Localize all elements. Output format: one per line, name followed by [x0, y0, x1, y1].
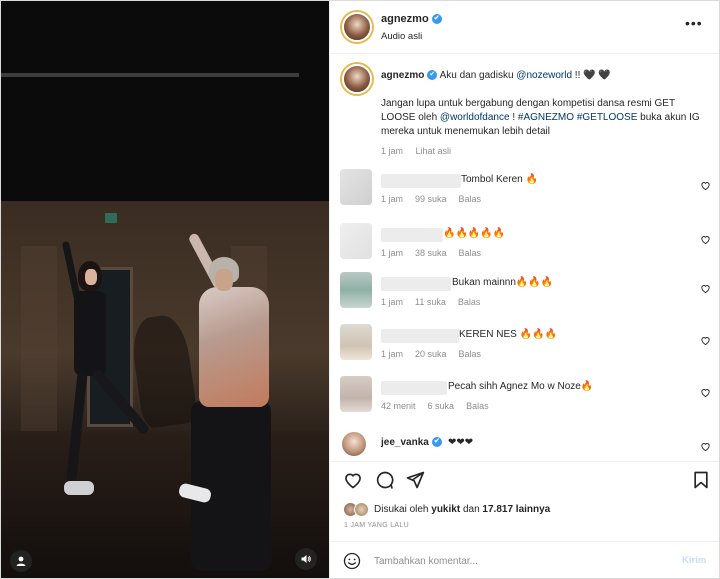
comment-meta: 42 menit 6 suka Balas	[381, 401, 489, 411]
more-horizontal-icon[interactable]: •••	[685, 15, 703, 31]
comment-item: Tombol Keren 🔥 1 jam 99 suka Balas	[330, 169, 719, 221]
audio-icon[interactable]	[295, 548, 317, 570]
caption-username[interactable]: agnezmo	[381, 70, 424, 81]
mention-link[interactable]: @nozeworld	[516, 70, 572, 81]
comment-like-icon[interactable]	[700, 441, 711, 452]
blurred-avatar[interactable]	[340, 169, 372, 205]
comment-input[interactable]	[374, 553, 674, 569]
comment-like-icon[interactable]	[700, 335, 711, 346]
reply-button[interactable]: Balas	[458, 297, 481, 307]
comment-item: KEREN NES 🔥🔥🔥 1 jam 20 suka Balas	[330, 324, 719, 376]
post-actions	[330, 461, 719, 497]
comment-text: 🔥🔥🔥🔥🔥	[443, 228, 506, 239]
bookmark-icon[interactable]	[691, 470, 711, 490]
wall-panel	[21, 246, 57, 446]
see-original-link[interactable]: Lihat asli	[416, 146, 452, 156]
reply-button[interactable]: Balas	[459, 349, 482, 359]
caption-first-line: agnezmo ✔ Aku dan gadisku @nozeworld !! 🖤…	[381, 70, 611, 81]
post-video[interactable]	[1, 1, 329, 578]
comment-meta: 1 jam 20 suka Balas	[381, 349, 482, 359]
comment-like-icon[interactable]	[700, 234, 711, 245]
ceiling-light	[1, 73, 299, 77]
comment-like-icon[interactable]	[700, 283, 711, 294]
author-avatar[interactable]	[342, 12, 372, 42]
comment-like-icon[interactable]	[700, 180, 711, 191]
commenter-avatar[interactable]	[342, 432, 366, 456]
verified-badge-icon: ✔	[431, 14, 442, 25]
mention-link[interactable]: @worldofdance	[440, 112, 510, 123]
caption-time[interactable]: 1 jam	[381, 146, 403, 156]
caption-meta: 1 jam Lihat asli	[381, 146, 461, 156]
send-comment-button[interactable]: Kirim	[682, 555, 706, 566]
blurred-username[interactable]	[381, 228, 443, 242]
verified-badge-icon: ✔	[431, 437, 442, 448]
reply-button[interactable]: Balas	[459, 248, 482, 258]
emoji-icon[interactable]	[343, 552, 361, 570]
comment-item: Bukan mainnn🔥🔥🔥 1 jam 11 suka Balas	[330, 272, 719, 324]
comment-icon[interactable]	[374, 470, 394, 490]
blurred-username[interactable]	[381, 329, 459, 343]
exit-sign	[105, 213, 117, 223]
author-username[interactable]: agnezmo ✔	[381, 13, 442, 25]
studio-floor	[1, 431, 329, 578]
blurred-username[interactable]	[381, 381, 447, 395]
comment-text: Tombol Keren 🔥	[461, 174, 538, 185]
comment-text: Pecah sihh Agnez Mo w Noze🔥	[448, 381, 594, 392]
post-timestamp[interactable]: 1 jam yang lalu	[344, 522, 409, 529]
comment-item: Pecah sihh Agnez Mo w Noze🔥 42 menit 6 su…	[330, 376, 719, 428]
hashtag-link[interactable]: #GETLOOSE	[577, 112, 638, 123]
audio-link[interactable]: Audio asli	[381, 31, 422, 42]
liker-avatar[interactable]	[354, 502, 369, 517]
comment-text: Bukan mainnn🔥🔥🔥	[452, 277, 554, 288]
likes-text: Disukai oleh yukikt dan 17.817 lainnya	[374, 504, 551, 515]
comment-text: ❤❤❤	[448, 437, 474, 448]
verified-badge-icon: ✔	[427, 70, 438, 81]
blurred-avatar[interactable]	[340, 223, 372, 259]
hashtag-link[interactable]: #AGNEZMO	[518, 112, 574, 123]
blurred-avatar[interactable]	[340, 324, 372, 360]
reply-button[interactable]: Balas	[466, 401, 489, 411]
tagged-user-icon[interactable]	[10, 550, 32, 572]
blurred-avatar[interactable]	[340, 272, 372, 308]
post-header: agnezmo ✔ Audio asli •••	[330, 1, 719, 54]
blurred-avatar[interactable]	[340, 376, 372, 412]
blurred-username[interactable]	[381, 277, 451, 291]
comment-composer: Kirim	[330, 541, 719, 578]
commenter-username[interactable]: jee_vanka ✔	[381, 437, 442, 448]
comment-item: 🔥🔥🔥🔥🔥 1 jam 38 suka Balas	[330, 223, 719, 275]
comment-meta: 1 jam 11 suka Balas	[381, 297, 481, 307]
blurred-username[interactable]	[381, 174, 461, 188]
comment-meta: 1 jam 99 suka Balas	[381, 194, 482, 204]
likes-summary: Disukai oleh yukikt dan 17.817 lainnya	[330, 499, 719, 521]
post-details-panel: agnezmo ✔ Audio asli ••• agnezmo ✔ Aku dan…	[329, 1, 719, 578]
comment-meta: 1 jam 38 suka Balas	[381, 248, 482, 258]
send-icon[interactable]	[405, 470, 425, 490]
comment-text: KEREN NES 🔥🔥🔥	[459, 329, 557, 340]
comment-item: jee_vanka ✔ ❤❤❤	[330, 432, 719, 458]
caption-author-avatar[interactable]	[342, 64, 372, 94]
reply-button[interactable]: Balas	[459, 194, 482, 204]
comment-like-icon[interactable]	[700, 387, 711, 398]
heart-icon[interactable]	[343, 470, 363, 490]
instagram-post-modal: agnezmo ✔ Audio asli ••• agnezmo ✔ Aku dan…	[0, 0, 720, 579]
caption-body: Jangan lupa untuk bergabung dengan kompe…	[381, 98, 700, 137]
